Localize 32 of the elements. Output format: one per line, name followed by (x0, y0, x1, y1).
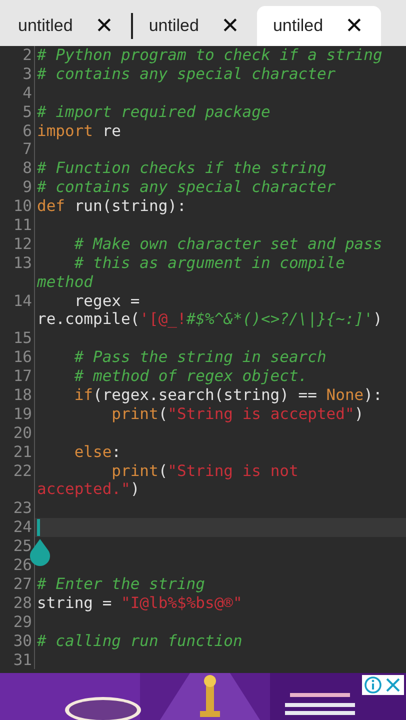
code-line: string = "I@lb%$%bs@®" (37, 594, 242, 613)
code-line: print("String is accepted") (110, 404, 364, 424)
code-line: # this as argument in compile (73, 254, 345, 273)
code-line: # Function checks if the string (37, 159, 326, 178)
text-cursor (37, 519, 40, 536)
code-line: if(regex.search(string) == None): (73, 386, 382, 405)
code-line: # method of regex object. (73, 367, 308, 386)
code-line: # Enter the string (37, 574, 205, 594)
tab[interactable]: untiled ✕ (132, 6, 257, 46)
code-line: # calling run function (37, 632, 242, 651)
code-line: # Pass the string in search (73, 348, 326, 368)
close-icon[interactable]: ✕ (220, 15, 239, 37)
tab[interactable]: untiled ✕ (256, 6, 382, 46)
code-line: # Make own character set and pass (73, 234, 382, 254)
code-line: import re (37, 122, 121, 140)
code-line: print("String is not (110, 462, 298, 480)
code-line: # contains any special character (37, 64, 336, 84)
info-icon[interactable] (364, 676, 382, 694)
close-icon[interactable]: ✕ (94, 15, 113, 37)
code-line: # contains any special character (37, 178, 336, 198)
code-line: accepted.") (37, 480, 140, 500)
code-line: re.compile('[@_!#$%^&*()<>?/\|}{~:]') (37, 310, 382, 330)
code-line: else: (73, 442, 121, 462)
code-line: def run(string): (37, 197, 186, 216)
line-number: 24 (0, 518, 35, 538)
close-icon[interactable]: ✕ (345, 15, 364, 37)
code-line: # import required package (37, 102, 270, 122)
tab[interactable]: untitled ✕ (2, 6, 131, 46)
code-line: # Python program to check if a string (37, 46, 382, 65)
code-line: regex = (73, 292, 140, 310)
close-icon[interactable] (384, 676, 402, 694)
code-line: method (37, 272, 93, 292)
